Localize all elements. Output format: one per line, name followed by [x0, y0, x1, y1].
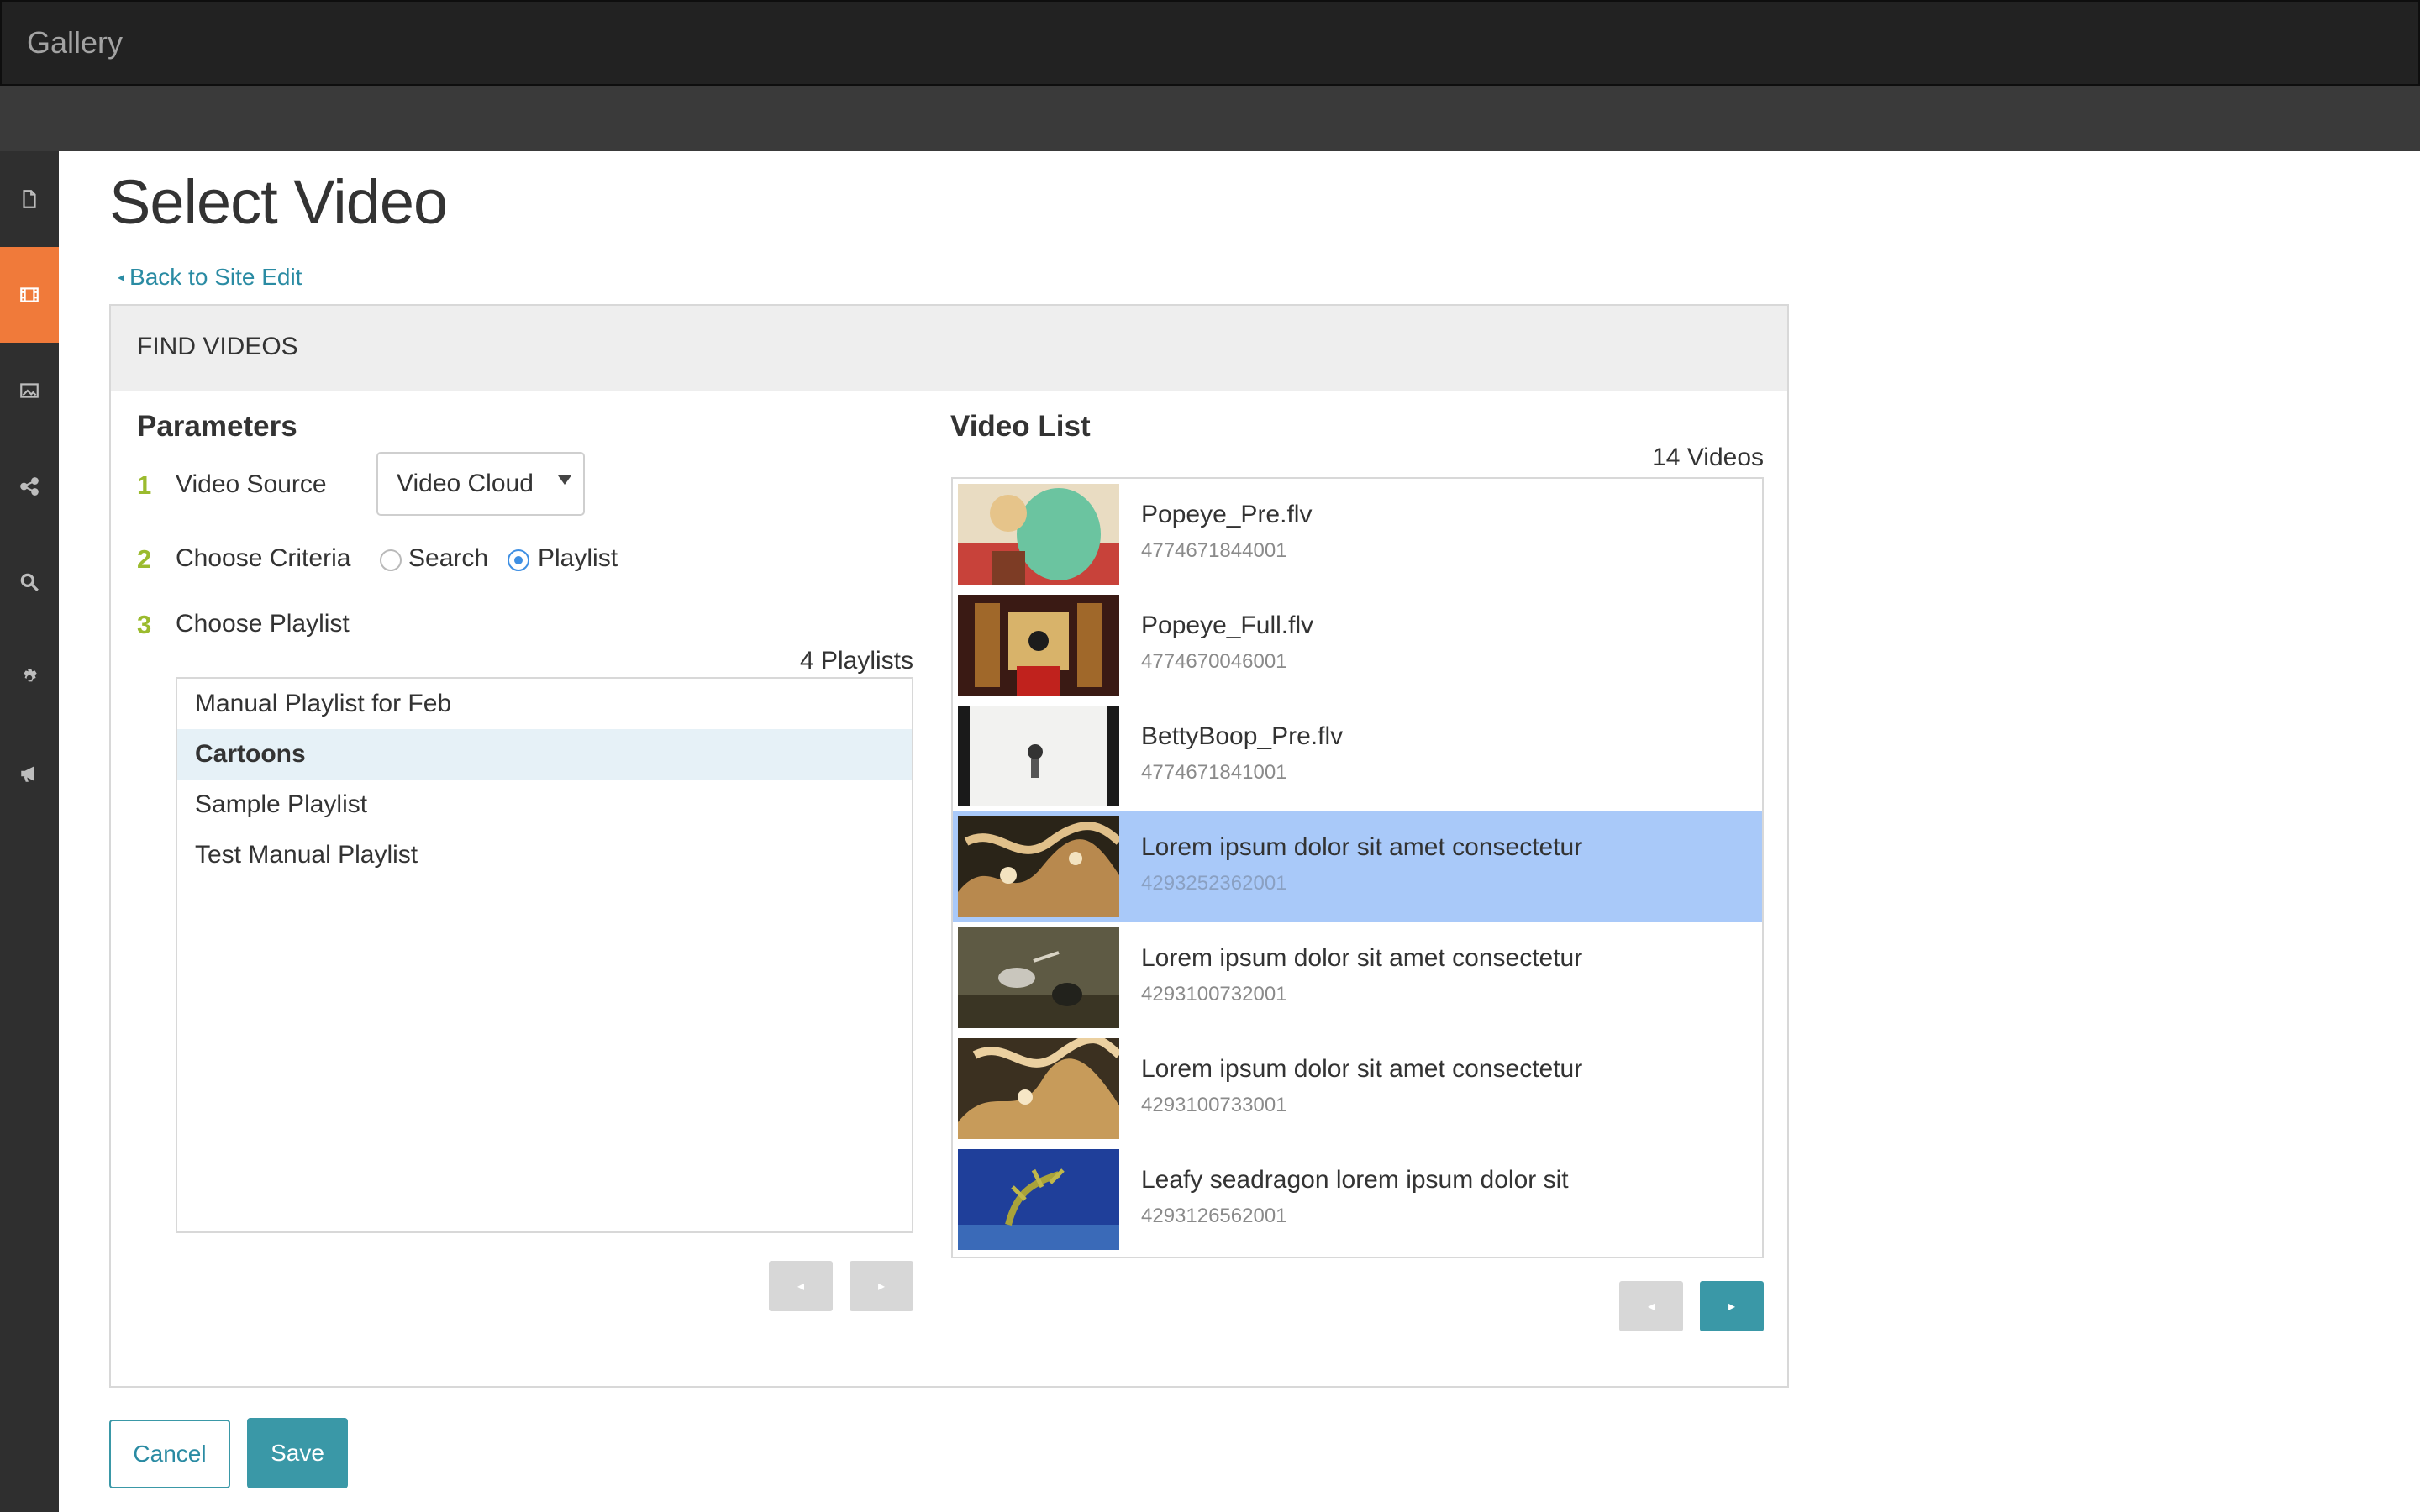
- gear-icon: [24, 669, 37, 682]
- page-title: Select Video: [109, 167, 448, 237]
- step-3-label: Choose Playlist: [176, 610, 350, 638]
- criteria-search-label[interactable]: Search: [408, 544, 488, 573]
- video-thumbnail: [958, 1038, 1119, 1139]
- video-list-title: Video List: [950, 410, 1091, 443]
- playlist-next-button[interactable]: ▸: [850, 1261, 913, 1311]
- video-title: BettyBoop_Pre.flv: [1141, 722, 1344, 750]
- back-link-label: Back to Site Edit: [129, 264, 302, 290]
- panel-header-title: FIND VIDEOS: [137, 333, 298, 360]
- step-2-number: 2: [137, 544, 152, 574]
- video-id: 4774671841001: [1141, 761, 1287, 784]
- video-title: Lorem ipsum dolor sit amet consectetur: [1141, 944, 1583, 972]
- video-count: 14 Videos: [1652, 444, 1764, 471]
- app-title: Gallery: [27, 25, 124, 60]
- video-row[interactable]: Lorem ipsum dolor sit amet consectetur 4…: [953, 811, 1762, 922]
- criteria-search-radio[interactable]: [380, 549, 402, 571]
- video-source-select[interactable]: Video Cloud: [376, 452, 585, 516]
- video-id: 4293100732001: [1141, 983, 1287, 1005]
- image-icon: [20, 383, 39, 398]
- share-icon: [20, 477, 39, 496]
- caret-right-icon: ▸: [1728, 1299, 1736, 1314]
- find-videos-panel: FIND VIDEOS Parameters 1 Video Source Vi…: [109, 304, 1789, 1388]
- video-row[interactable]: Lorem ipsum dolor sit amet consectetur 4…: [953, 1033, 1762, 1144]
- megaphone-icon: [21, 766, 34, 782]
- video-thumbnail: [958, 927, 1119, 1028]
- video-thumbnail: [958, 595, 1119, 696]
- playlist-item[interactable]: Cartoons: [177, 729, 912, 780]
- sub-bar: [0, 86, 2420, 151]
- video-list: Popeye_Pre.flv 4774671844001 Popeye_Full…: [951, 477, 1764, 1258]
- dropdown-arrow-icon: [558, 475, 571, 485]
- sidebar-item-images[interactable]: [0, 343, 59, 438]
- video-title: Leafy seadragon lorem ipsum dolor sit: [1141, 1166, 1569, 1194]
- back-to-site-edit-link[interactable]: ◂ Back to Site Edit: [118, 264, 302, 291]
- playlist-list: Manual Playlist for Feb Cartoons Sample …: [176, 677, 913, 1233]
- video-thumbnail: [958, 816, 1119, 917]
- caret-left-icon: ◂: [797, 1279, 805, 1294]
- playlist-item[interactable]: Test Manual Playlist: [177, 830, 912, 880]
- video-row[interactable]: Popeye_Full.flv 4774670046001: [953, 590, 1762, 701]
- sidebar-item-announcements[interactable]: [0, 726, 59, 822]
- playlist-item[interactable]: Sample Playlist: [177, 780, 912, 830]
- video-id: 4293126562001: [1141, 1205, 1287, 1227]
- video-next-button[interactable]: ▸: [1700, 1281, 1764, 1331]
- page-icon: [23, 190, 36, 208]
- video-id: 4293100733001: [1141, 1094, 1287, 1116]
- video-title: Popeye_Pre.flv: [1141, 501, 1313, 528]
- video-title: Lorem ipsum dolor sit amet consectetur: [1141, 1055, 1583, 1083]
- panel-header: FIND VIDEOS: [111, 306, 1787, 391]
- top-bar: Gallery: [0, 0, 2420, 86]
- step-1-number: 1: [137, 470, 152, 500]
- video-id: 4293252362001: [1141, 872, 1287, 895]
- video-title: Popeye_Full.flv: [1141, 612, 1314, 639]
- step-3-number: 3: [137, 610, 152, 639]
- caret-right-icon: ▸: [877, 1279, 886, 1294]
- cancel-button[interactable]: Cancel: [109, 1420, 230, 1488]
- criteria-playlist-radio[interactable]: [508, 549, 529, 571]
- video-row[interactable]: Lorem ipsum dolor sit amet consectetur 4…: [953, 922, 1762, 1033]
- video-row[interactable]: Popeye_Pre.flv 4774671844001: [953, 479, 1762, 590]
- save-button[interactable]: Save: [247, 1418, 348, 1488]
- parameters-title: Parameters: [137, 410, 297, 443]
- sidebar-item-search[interactable]: [0, 534, 59, 630]
- video-source-value: Video Cloud: [397, 470, 534, 497]
- criteria-playlist-label[interactable]: Playlist: [538, 544, 618, 573]
- video-prev-button[interactable]: ◂: [1619, 1281, 1683, 1331]
- video-id: 4774671844001: [1141, 539, 1287, 562]
- video-row[interactable]: BettyBoop_Pre.flv 4774671841001: [953, 701, 1762, 811]
- step-2-label: Choose Criteria: [176, 544, 351, 572]
- video-title: Lorem ipsum dolor sit amet consectetur: [1141, 833, 1583, 861]
- search-icon: [20, 573, 39, 591]
- video-thumbnail: [958, 706, 1119, 806]
- sidebar-item-share[interactable]: [0, 438, 59, 534]
- step-1-label: Video Source: [176, 470, 327, 498]
- playlist-count: 4 Playlists: [799, 647, 913, 675]
- caret-left-icon: ◂: [1647, 1299, 1655, 1314]
- playlist-prev-button[interactable]: ◂: [769, 1261, 833, 1311]
- video-id: 4774670046001: [1141, 650, 1287, 673]
- video-row[interactable]: Leafy seadragon lorem ipsum dolor sit 42…: [953, 1144, 1762, 1255]
- sidebar: [0, 151, 59, 1512]
- sidebar-item-pages[interactable]: [0, 151, 59, 247]
- sidebar-item-settings[interactable]: [0, 630, 59, 726]
- video-thumbnail: [958, 484, 1119, 585]
- caret-left-icon: ◂: [118, 270, 125, 285]
- film-icon: [20, 287, 39, 302]
- sidebar-item-videos[interactable]: [0, 247, 59, 343]
- video-thumbnail: [958, 1149, 1119, 1250]
- playlist-item[interactable]: Manual Playlist for Feb: [177, 679, 912, 729]
